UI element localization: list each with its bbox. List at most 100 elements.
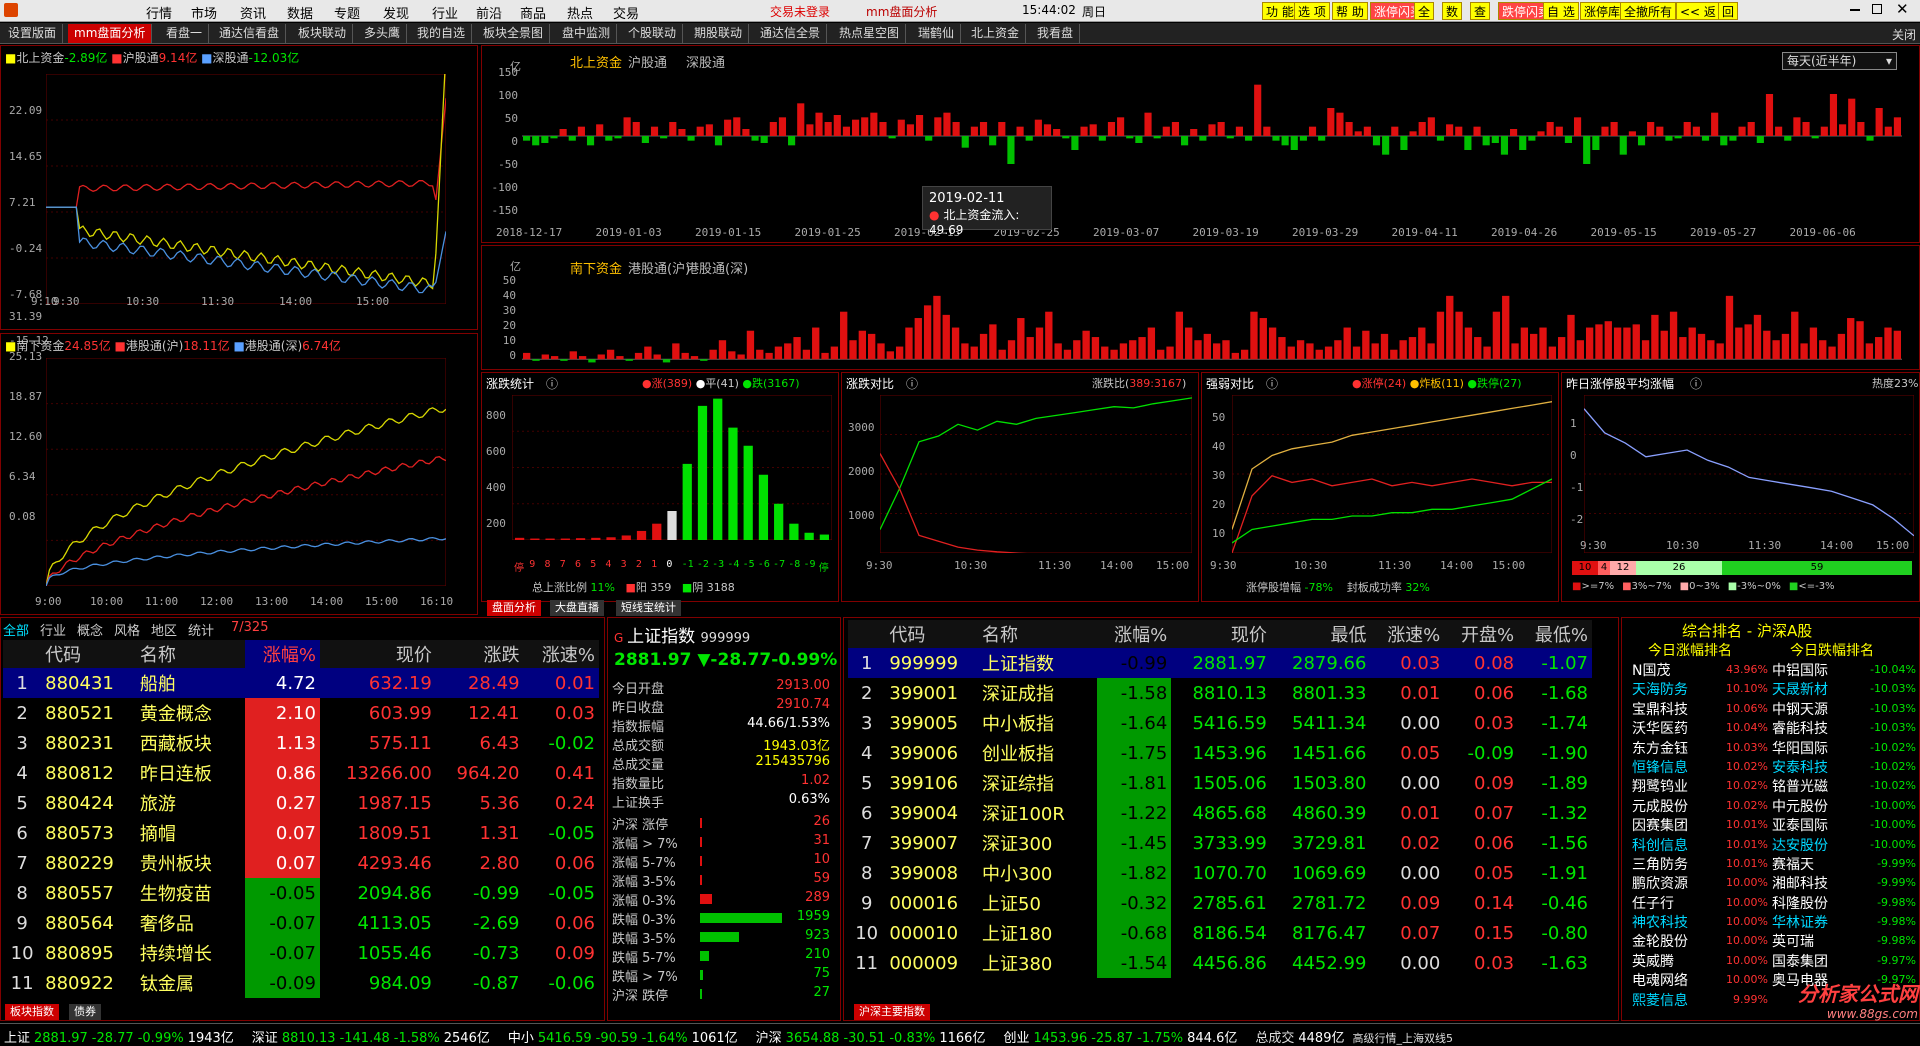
sector-filter-tab-0[interactable]: 全部 (3, 620, 29, 639)
rank-row[interactable]: 英可瑞 -9.98% (1772, 931, 1920, 950)
quick-button-8[interactable]: 自 选 (1543, 2, 1579, 20)
indices-header-cell[interactable] (1088, 620, 1098, 648)
rank-row[interactable]: 安泰科技 -10.02% (1772, 757, 1920, 776)
sector-header-cell[interactable]: 涨跌 (436, 640, 524, 668)
sector-row[interactable]: 6 880573 摘帽 0.07 1809.51 1.31 -0.05 (3, 818, 599, 848)
rank-row[interactable]: 宝鼎科技 10.06% (1632, 699, 1772, 718)
rank-row[interactable]: N国茂 43.96% (1632, 660, 1772, 679)
menu-item-10[interactable]: 交易 (613, 3, 639, 22)
status-index-3[interactable]: 沪深 3654.88 -30.51 -0.83% 1166亿 (756, 1031, 990, 1046)
sector-header-cell[interactable]: 涨幅% (244, 640, 320, 668)
rank-row[interactable]: 任子行 10.00% (1632, 893, 1772, 912)
indices-header-cell[interactable]: 最低 (1271, 620, 1371, 648)
rank-row[interactable]: 三角防务 10.01% (1632, 854, 1772, 873)
rank-row[interactable]: 恒锋信息 10.02% (1632, 757, 1772, 776)
status-index-1[interactable]: 深证 8810.13 -141.48 -1.58% 2546亿 (252, 1031, 494, 1046)
rank-row[interactable]: 中元股份 -10.00% (1772, 796, 1920, 815)
rank-row[interactable]: 沃华医药 10.04% (1632, 718, 1772, 737)
indices-row[interactable]: 5 399106 深证综指 -1.81 1505.06 1503.80 0.00 0.09 -1… (848, 768, 1592, 798)
sector-filter-tab-1[interactable]: 行业 (40, 620, 66, 639)
layout-tab-15[interactable]: 我看盘 (1031, 24, 1081, 43)
sector-filter-tab-3[interactable]: 风格 (114, 620, 140, 639)
indices-header-cell[interactable]: 代码 (885, 620, 978, 648)
sector-row[interactable]: 7 880229 贵州板块 0.07 4293.46 2.80 0.06 (3, 848, 599, 878)
quick-button-9[interactable]: 涨停库 (1580, 2, 1625, 20)
layout-tab-3[interactable]: 通达信看盘 (213, 24, 287, 43)
indices-row[interactable]: 2 399001 深证成指 -1.58 8810.13 8801.33 0.01 0.06 -1… (848, 678, 1592, 708)
info-icon[interactable]: ⓘ (546, 375, 558, 392)
menu-item-3[interactable]: 数据 (287, 3, 313, 22)
sector-header-cell[interactable]: 现价 (320, 640, 436, 668)
rank-row[interactable]: 翔鹭钨业 10.02% (1632, 776, 1772, 795)
layout-tab-14[interactable]: 北上资金 (965, 24, 1027, 43)
ranking-title[interactable]: 综合排名 - 沪深A股 (1682, 620, 1812, 641)
rank-row[interactable]: 英威腾 10.00% (1632, 951, 1772, 970)
status-index-4[interactable]: 创业 1453.96 -25.87 -1.75% 844.6亿 (1003, 1031, 1241, 1046)
indices-header-cell[interactable]: 开盘% (1444, 620, 1518, 648)
index-name[interactable]: 上证指数 (627, 627, 695, 647)
indices-row[interactable]: 9 000016 上证50 -0.32 2785.61 2781.72 0.09 0.14 -0… (848, 888, 1592, 918)
menu-item-5[interactable]: 发现 (383, 3, 409, 22)
rank-row[interactable]: 睿能科技 -10.03% (1772, 718, 1920, 737)
flow-tab-0[interactable]: 南下资金 (570, 258, 622, 277)
rank-row[interactable]: 东方金钰 10.03% (1632, 738, 1772, 757)
flow-tab-1[interactable]: 港股通(沪) (628, 258, 690, 277)
rank-row[interactable]: 科创信息 10.01% (1632, 835, 1772, 854)
quick-button-2[interactable]: 帮 助 (1332, 2, 1368, 20)
layout-tab-4[interactable]: 板块联动 (292, 24, 354, 43)
rank-row[interactable]: 科隆股份 -9.98% (1772, 893, 1920, 912)
layout-tab-7[interactable]: 板块全景图 (477, 24, 551, 43)
rank-row[interactable]: 因赛集团 10.01% (1632, 815, 1772, 834)
mid-tab-1[interactable]: 大盘直播 (550, 600, 604, 616)
indices-header-cell[interactable]: 现价 (1171, 620, 1271, 648)
mid-tab-2[interactable]: 短线宝统计 (616, 600, 681, 616)
sector-row[interactable]: 8 880557 生物疫苗 -0.05 2094.86 -0.99 -0.05 (3, 878, 599, 908)
layout-tab-2[interactable]: 看盘一 (160, 24, 210, 43)
rank-row[interactable]: 金轮股份 10.00% (1632, 931, 1772, 950)
info-icon[interactable]: ⓘ (1266, 375, 1278, 392)
layout-tab-11[interactable]: 通达信全景 (754, 24, 828, 43)
indices-row[interactable]: 7 399007 深证300 -1.45 3733.99 3729.81 0.02 0.06 -… (848, 828, 1592, 858)
indices-row[interactable]: 4 399006 创业板指 -1.75 1453.96 1451.66 0.05 -0.09 -… (848, 738, 1592, 768)
close-icon[interactable]: ✕ (1896, 0, 1909, 18)
menu-item-4[interactable]: 专题 (334, 3, 360, 22)
rank-row[interactable]: 神农科技 10.00% (1632, 912, 1772, 931)
login-status[interactable]: 交易未登录 (770, 3, 830, 20)
rank-row[interactable]: 华阳国际 -10.02% (1772, 738, 1920, 757)
sector-row[interactable]: 11 880922 钛金属 -0.09 984.09 -0.87 -0.06 (3, 968, 599, 998)
menu-item-8[interactable]: 商品 (520, 3, 546, 22)
quick-button-10[interactable]: 全撤所有 (1620, 2, 1677, 20)
sector-row[interactable]: 2 880521 黄金概念 2.10 603.99 12.41 0.03 (3, 698, 599, 728)
sector-row[interactable]: 5 880424 旅游 0.27 1987.15 5.36 0.24 (3, 788, 599, 818)
indices-header-cell[interactable]: 涨幅% (1097, 620, 1171, 648)
layout-tab-12[interactable]: 热点星空图 (833, 24, 907, 43)
sector-row[interactable]: 9 880564 奢侈品 -0.07 4113.05 -2.69 0.06 (3, 908, 599, 938)
rank-row[interactable]: 湘邮科技 -9.99% (1772, 873, 1920, 892)
quick-button-5[interactable]: 数 (1442, 2, 1463, 20)
layout-tab-0[interactable]: 设置版面 (2, 24, 64, 43)
layout-tab-9[interactable]: 个股联动 (622, 24, 684, 43)
sector-header-cell[interactable]: 代码 (41, 640, 136, 668)
menu-item-0[interactable]: 行情 (146, 3, 172, 22)
quick-button-1[interactable]: 选 项 (1294, 2, 1330, 20)
indices-row[interactable]: 8 399008 中小300 -1.82 1070.70 1069.69 0.00 0.05 -… (848, 858, 1592, 888)
indices-row[interactable]: 3 399005 中小板指 -1.64 5416.59 5411.34 0.00 0.03 -1… (848, 708, 1592, 738)
sector-row[interactable]: 3 880231 西藏板块 1.13 575.11 6.43 -0.02 (3, 728, 599, 758)
sector-header-cell[interactable] (3, 640, 41, 668)
rank-row[interactable]: 达安股份 -10.00% (1772, 835, 1920, 854)
sector-row[interactable]: 10 880895 持续增长 -0.07 1055.46 -0.73 0.09 (3, 938, 599, 968)
sector-header-cell[interactable]: 名称 (136, 640, 235, 668)
maximize-icon[interactable] (1872, 4, 1882, 14)
menu-item-2[interactable]: 资讯 (240, 3, 266, 22)
sector-bottom-tab-1[interactable]: 债券 (69, 1004, 101, 1020)
indices-row[interactable]: 10 000010 上证180 -0.68 8186.54 8176.47 0.07 0.15… (848, 918, 1592, 948)
sector-header-cell[interactable] (235, 640, 245, 668)
layout-tab-8[interactable]: 盘中监测 (556, 24, 618, 43)
sector-filter-tab-5[interactable]: 统计 (188, 620, 214, 639)
indices-header-cell[interactable]: 最低% (1518, 620, 1592, 648)
indices-row[interactable]: 11 000009 上证380 -1.54 4456.86 4452.99 0.00 0.03… (848, 948, 1592, 978)
menu-item-6[interactable]: 行业 (432, 3, 458, 22)
layout-tab-10[interactable]: 期股联动 (688, 24, 750, 43)
rank-row[interactable]: 天海防务 10.10% (1632, 679, 1772, 698)
status-index-2[interactable]: 中小 5416.59 -90.59 -1.64% 1061亿 (508, 1031, 742, 1046)
